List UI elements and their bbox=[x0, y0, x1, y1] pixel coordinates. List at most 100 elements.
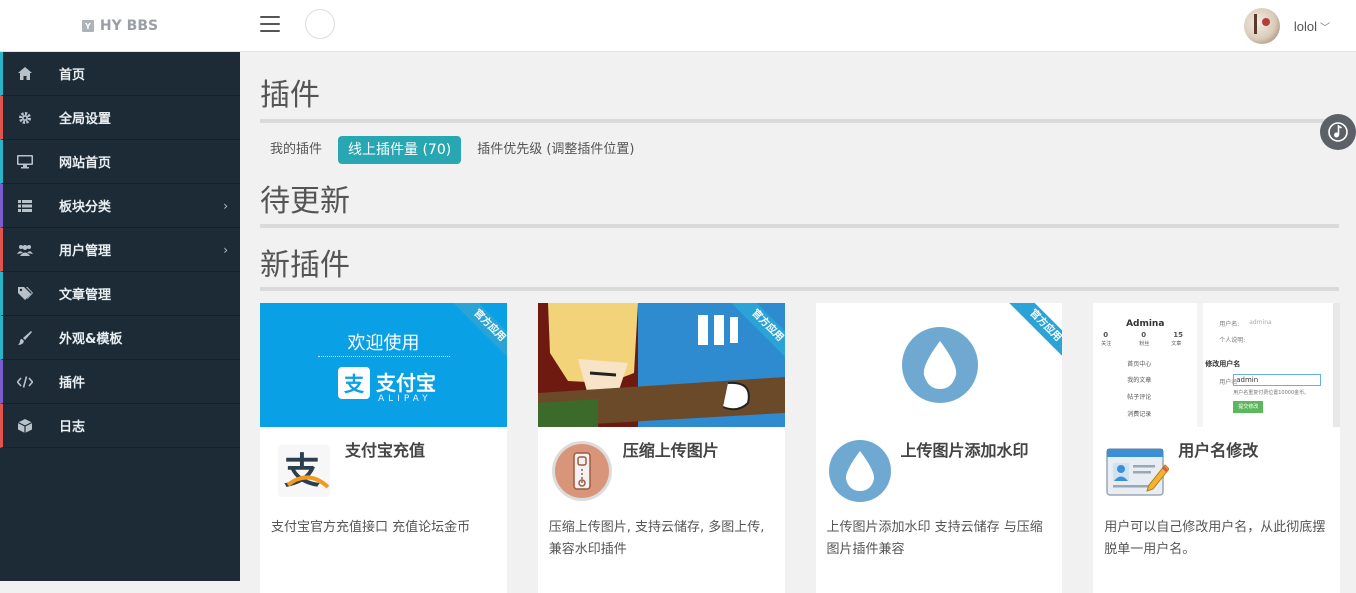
hamburger-icon-bar bbox=[260, 30, 280, 32]
plugin-description: 压缩上传图片, 支持云储存, 多图上传, 兼容水印插件 bbox=[548, 520, 765, 557]
plugin-banner: 官方应用 bbox=[537, 303, 785, 427]
sidebar-item-articles[interactable]: 文章管理 bbox=[0, 272, 240, 316]
sidebar-item-users[interactable]: 用户管理 › bbox=[0, 228, 240, 272]
water-drop-icon bbox=[828, 439, 892, 503]
banner-divider bbox=[318, 356, 450, 357]
username[interactable]: lolol ﹀ bbox=[1294, 19, 1330, 34]
home-icon bbox=[3, 67, 47, 80]
screenshot-hint: 个人说明: bbox=[1219, 337, 1246, 344]
plugin-banner: 欢迎使用 支 支付宝 ALIPAY 官方应用 bbox=[260, 303, 507, 427]
brand-logo[interactable]: Y HY BBS bbox=[0, 0, 240, 52]
plugin-title: 上传图片添加水印 bbox=[900, 441, 1029, 460]
official-ribbon-label: 官方应用 bbox=[730, 303, 785, 361]
code-icon bbox=[3, 375, 47, 388]
gear-icon bbox=[3, 111, 47, 125]
screenshot-stat: 15 bbox=[1173, 331, 1183, 339]
divider bbox=[260, 119, 1339, 123]
plugin-title: 压缩上传图片 bbox=[622, 441, 719, 460]
screenshot-form-panel: 用户名: admina 个人说明: 修改用户名 用户名 admin 用户名重复付… bbox=[1203, 303, 1334, 427]
alipay-logo-icon: 支 bbox=[338, 367, 370, 399]
section-title-pending: 待更新 bbox=[260, 184, 350, 219]
official-ribbon-label: 官方应用 bbox=[453, 303, 507, 361]
screenshot-menu-item: 帖子评论 bbox=[1127, 394, 1152, 401]
screenshot-submit-button: 提交修改 bbox=[1233, 401, 1264, 413]
page-title: 插件 bbox=[260, 78, 320, 113]
list-icon bbox=[3, 199, 47, 212]
banner-alipay-cn: 支付宝 bbox=[376, 371, 436, 395]
user-menu[interactable]: lolol ﹀ bbox=[1243, 8, 1330, 44]
compress-file-icon bbox=[550, 439, 614, 503]
divider bbox=[260, 287, 1339, 291]
screenshot-username: Admina bbox=[1126, 319, 1165, 329]
top-bar: Y HY BBS lolol ﹀ bbox=[0, 0, 1356, 52]
users-icon bbox=[3, 244, 47, 256]
official-ribbon: 官方应用 bbox=[730, 303, 785, 361]
tags-icon bbox=[3, 286, 47, 301]
screenshot-field-label: 用户名: bbox=[1219, 321, 1240, 328]
avatar[interactable] bbox=[1243, 8, 1280, 44]
screenshot-note: 用户名重复付费位置10000金币。 bbox=[1233, 390, 1310, 396]
plugin-description: 支付宝官方充值接口 充值论坛金币 bbox=[271, 520, 471, 535]
sidebar-item-global-settings[interactable]: 全局设置 bbox=[0, 96, 240, 140]
sidebar-item-label: 用户管理 bbox=[59, 244, 112, 259]
tab-plugin-priority[interactable]: 插件优先级 (调整插件位置) bbox=[467, 136, 644, 164]
screenshot-form-title: 修改用户名 bbox=[1205, 360, 1241, 368]
sidebar-item-logs[interactable]: 日志 bbox=[0, 404, 240, 448]
sidebar-item-categories[interactable]: 板块分类 › bbox=[0, 184, 240, 228]
sidebar-item-appearance[interactable]: 外观&模板 bbox=[0, 316, 240, 360]
plugin-card-alipay[interactable]: 欢迎使用 支 支付宝 ALIPAY 官方应用 支 支付宝充值 支付宝官方充值接口… bbox=[260, 303, 507, 593]
sidebar-item-label: 网站首页 bbox=[59, 156, 112, 171]
tab-online-plugins[interactable]: 线上插件量 (70) bbox=[338, 136, 462, 164]
plugin-card-list: 欢迎使用 支 支付宝 ALIPAY 官方应用 支 支付宝充值 支付宝官方充值接口… bbox=[260, 303, 1340, 593]
screenshot-menu-item: 我的文章 bbox=[1127, 377, 1152, 384]
divider bbox=[260, 224, 1339, 228]
screenshot-stat-label: 关注 bbox=[1101, 341, 1112, 347]
main-content: 插件 我的插件 线上插件量 (70) 插件优先级 (调整插件位置) 待更新 新插… bbox=[240, 52, 1356, 593]
screenshot-profile-panel: Admina 0 0 15 关注 粉丝 文章 首页中心 我的文章 帖子评论 消费… bbox=[1093, 303, 1198, 427]
menu-toggle-button[interactable] bbox=[260, 16, 280, 32]
plugin-card-watermark[interactable]: 官方应用 上传图片添加水印 上传图片添加水印 支持云储存 与压缩图片插件兼容 bbox=[815, 303, 1063, 593]
loading-indicator-icon bbox=[305, 9, 335, 39]
cube-icon bbox=[3, 418, 47, 433]
plugin-card-username-change[interactable]: Admina 0 0 15 关注 粉丝 文章 首页中心 我的文章 帖子评论 消费… bbox=[1093, 303, 1340, 593]
chevron-right-icon: › bbox=[223, 198, 228, 213]
official-ribbon: 官方应用 bbox=[1008, 303, 1063, 361]
floating-music-button[interactable] bbox=[1320, 114, 1356, 150]
brand-name: HY BBS bbox=[99, 18, 159, 34]
official-ribbon: 官方应用 bbox=[453, 303, 507, 361]
plugin-title: 支付宝充值 bbox=[345, 441, 426, 460]
banner-alipay-en: ALIPAY bbox=[378, 394, 432, 404]
plugin-card-compress-upload[interactable]: 官方应用 压缩上传图片 压缩上传图片, 支持云储存, 多图上传, 兼容水印插件 bbox=[537, 303, 785, 593]
screenshot-scrollbar bbox=[1333, 303, 1340, 427]
plugin-description: 用户可以自己修改用户名，从此彻底摆脱单一用户名。 bbox=[1104, 520, 1326, 557]
screenshot-field-value: admina bbox=[1249, 319, 1272, 326]
plugin-description: 上传图片添加水印 支持云储存 与压缩图片插件兼容 bbox=[826, 520, 1043, 557]
sidebar-item-label: 首页 bbox=[59, 68, 86, 83]
svg-text:支: 支 bbox=[344, 372, 365, 396]
plugin-banner-screenshot: Admina 0 0 15 关注 粉丝 文章 首页中心 我的文章 帖子评论 消费… bbox=[1093, 303, 1340, 427]
brush-icon bbox=[3, 330, 47, 345]
sidebar-item-label: 文章管理 bbox=[59, 288, 112, 303]
id-card-edit-icon bbox=[1105, 439, 1170, 503]
sidebar-item-plugins[interactable]: 插件 bbox=[0, 360, 240, 404]
sidebar-item-home[interactable]: 首页 bbox=[0, 52, 240, 96]
sidebar: 首页 全局设置 网站首页 板块分类 › 用户管理 › 文章管理 外观&模板 插件… bbox=[0, 52, 240, 581]
official-ribbon-label: 官方应用 bbox=[1008, 303, 1063, 361]
sidebar-item-label: 全局设置 bbox=[59, 112, 112, 127]
hamburger-icon-bar bbox=[260, 23, 280, 25]
screenshot-menu-item: 消费记录 bbox=[1127, 411, 1152, 418]
plugin-tabs: 我的插件 线上插件量 (70) 插件优先级 (调整插件位置) bbox=[260, 136, 651, 164]
chevron-down-icon: ﹀ bbox=[1320, 22, 1330, 34]
sidebar-item-label: 外观&模板 bbox=[59, 332, 123, 347]
username-text: lolol bbox=[1293, 18, 1317, 34]
screenshot-stat-label: 粉丝 bbox=[1139, 341, 1150, 347]
screenshot-stat: 0 bbox=[1141, 331, 1147, 339]
tab-my-plugins[interactable]: 我的插件 bbox=[260, 136, 332, 164]
sidebar-item-label: 板块分类 bbox=[59, 200, 112, 215]
section-title-new: 新插件 bbox=[260, 248, 350, 283]
hamburger-icon bbox=[260, 16, 280, 18]
alipay-icon: 支 bbox=[272, 439, 336, 503]
sidebar-item-site-home[interactable]: 网站首页 bbox=[0, 140, 240, 184]
screenshot-stat: 0 bbox=[1103, 331, 1109, 339]
brand-mark-icon: Y bbox=[81, 20, 94, 32]
